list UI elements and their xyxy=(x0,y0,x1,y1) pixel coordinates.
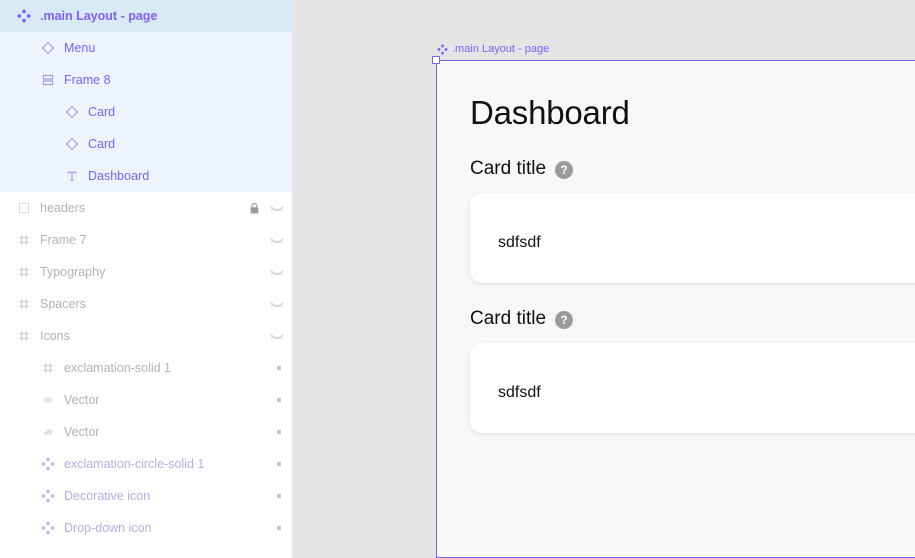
layer-name-label: Drop-down icon xyxy=(64,521,152,535)
instance-diamond-icon xyxy=(64,136,80,152)
card[interactable]: sdfsdf xyxy=(470,193,915,283)
frame-hash-icon xyxy=(16,328,32,344)
layer-row[interactable]: headers xyxy=(0,192,292,224)
layer-name-label: Decorative icon xyxy=(64,489,151,503)
eye-hidden-icon[interactable] xyxy=(270,233,284,247)
card-title: Card title xyxy=(470,308,547,329)
layer-row-controls xyxy=(274,489,284,503)
figma-editor-window: .main Layout - page Menu Frame 8 Card Card Da… xyxy=(0,0,915,558)
hidden-dot-icon[interactable] xyxy=(274,361,284,375)
vector-shape-icon xyxy=(40,424,56,440)
auto-layout-icon xyxy=(40,72,56,88)
frame-hash-icon xyxy=(16,264,32,280)
layer-row[interactable]: Vector xyxy=(0,384,292,416)
layer-row[interactable]: Spacers xyxy=(0,288,292,320)
frame-body[interactable]: Dashboard Card title ? sdfsdf Card title… xyxy=(436,60,915,558)
layer-name-label: exclamation-solid 1 xyxy=(64,361,171,375)
layer-row-controls xyxy=(274,521,284,535)
layer-list[interactable]: .main Layout - page Menu Frame 8 Card Card Da… xyxy=(0,0,292,544)
page-title: Dashboard xyxy=(470,94,630,131)
selected-frame[interactable]: .main Layout - page Dashboard Card title… xyxy=(432,43,915,558)
frame-label-text: .main Layout - page xyxy=(452,43,550,55)
layer-name-label: Dashboard xyxy=(88,169,150,183)
layer-name-label: Card xyxy=(88,105,116,119)
layer-name-label: Frame 8 xyxy=(64,73,111,87)
question-mark-icon[interactable]: ? xyxy=(555,311,574,329)
layer-name-label: Spacers xyxy=(40,297,86,311)
layer-name-label: Vector xyxy=(64,393,100,407)
layer-row[interactable]: Frame 8 xyxy=(0,64,292,96)
layer-row-controls xyxy=(274,425,284,439)
layer-row[interactable]: Frame 7 xyxy=(0,224,292,256)
layer-row[interactable]: Icons xyxy=(0,320,292,352)
text-layer-icon xyxy=(64,168,80,184)
layer-row-controls xyxy=(274,361,284,375)
card-header: Card title ? xyxy=(470,157,915,181)
lock-icon[interactable] xyxy=(247,201,261,215)
component-icon xyxy=(40,488,56,504)
hidden-dot-icon[interactable] xyxy=(274,457,284,471)
card-body-text: sdfsdf xyxy=(498,384,541,401)
component-icon xyxy=(40,520,56,536)
layer-name-label: Typography xyxy=(40,265,106,279)
layer-row-controls xyxy=(270,265,284,279)
card-block: Card title ? sdfsdf xyxy=(470,307,915,433)
card-header: Card title ? xyxy=(470,307,915,331)
layer-name-label: headers xyxy=(40,201,86,215)
hidden-dot-icon[interactable] xyxy=(274,393,284,407)
layer-row[interactable]: Drop-down icon xyxy=(0,512,292,544)
layer-name-label: Card xyxy=(88,137,116,151)
page-content: Dashboard Card title ? sdfsdf Card title… xyxy=(470,61,915,433)
layer-row[interactable]: exclamation-circle-solid 1 xyxy=(0,448,292,480)
instance-diamond-icon xyxy=(40,40,56,56)
layer-row[interactable]: Card xyxy=(0,96,292,128)
eye-hidden-icon[interactable] xyxy=(270,201,284,215)
component-icon xyxy=(40,456,56,472)
layer-row[interactable]: Vector xyxy=(0,416,292,448)
component-icon xyxy=(437,43,448,55)
layer-name-label: Icons xyxy=(40,329,70,343)
eye-hidden-icon[interactable] xyxy=(270,329,284,343)
component-icon xyxy=(16,8,32,24)
hidden-dot-icon[interactable] xyxy=(274,425,284,439)
instance-diamond-icon xyxy=(64,104,80,120)
layer-name-label: Frame 7 xyxy=(40,233,87,247)
layer-row-controls xyxy=(247,201,284,215)
layer-row[interactable]: Card xyxy=(0,128,292,160)
layer-row-controls xyxy=(274,457,284,471)
layer-name-label: Vector xyxy=(64,425,100,439)
layer-row[interactable]: .main Layout - page xyxy=(0,0,292,32)
layer-row[interactable]: Decorative icon xyxy=(0,480,292,512)
layer-row[interactable]: Menu xyxy=(0,32,292,64)
hidden-dot-icon[interactable] xyxy=(274,521,284,535)
card-body-text: sdfsdf xyxy=(498,234,541,251)
frame-hash-icon xyxy=(40,360,56,376)
resize-handle-top-left[interactable] xyxy=(432,56,440,64)
question-mark-icon[interactable]: ? xyxy=(555,161,574,179)
layer-row-controls xyxy=(270,297,284,311)
card-title: Card title xyxy=(470,158,547,179)
layer-name-label: exclamation-circle-solid 1 xyxy=(64,457,205,471)
layer-row[interactable]: Typography xyxy=(0,256,292,288)
layer-row-controls xyxy=(274,393,284,407)
layer-row[interactable]: Dashboard xyxy=(0,160,292,192)
vector-eye-icon xyxy=(40,392,56,408)
frame-hash-icon xyxy=(16,232,32,248)
card-block: Card title ? sdfsdf xyxy=(470,157,915,283)
layer-row-controls xyxy=(270,233,284,247)
section-icon xyxy=(16,200,32,216)
layer-name-label: Menu xyxy=(64,41,96,55)
frame-label[interactable]: .main Layout - page xyxy=(437,43,549,55)
hidden-dot-icon[interactable] xyxy=(274,489,284,503)
eye-hidden-icon[interactable] xyxy=(270,265,284,279)
card[interactable]: sdfsdf xyxy=(470,343,915,433)
design-canvas[interactable]: .main Layout - page Dashboard Card title… xyxy=(293,0,915,558)
layer-row[interactable]: exclamation-solid 1 xyxy=(0,352,292,384)
frame-hash-icon xyxy=(16,296,32,312)
layer-name-label: .main Layout - page xyxy=(40,9,158,23)
eye-hidden-icon[interactable] xyxy=(270,297,284,311)
layers-panel[interactable]: .main Layout - page Menu Frame 8 Card Card Da… xyxy=(0,0,293,558)
layer-row-controls xyxy=(270,329,284,343)
